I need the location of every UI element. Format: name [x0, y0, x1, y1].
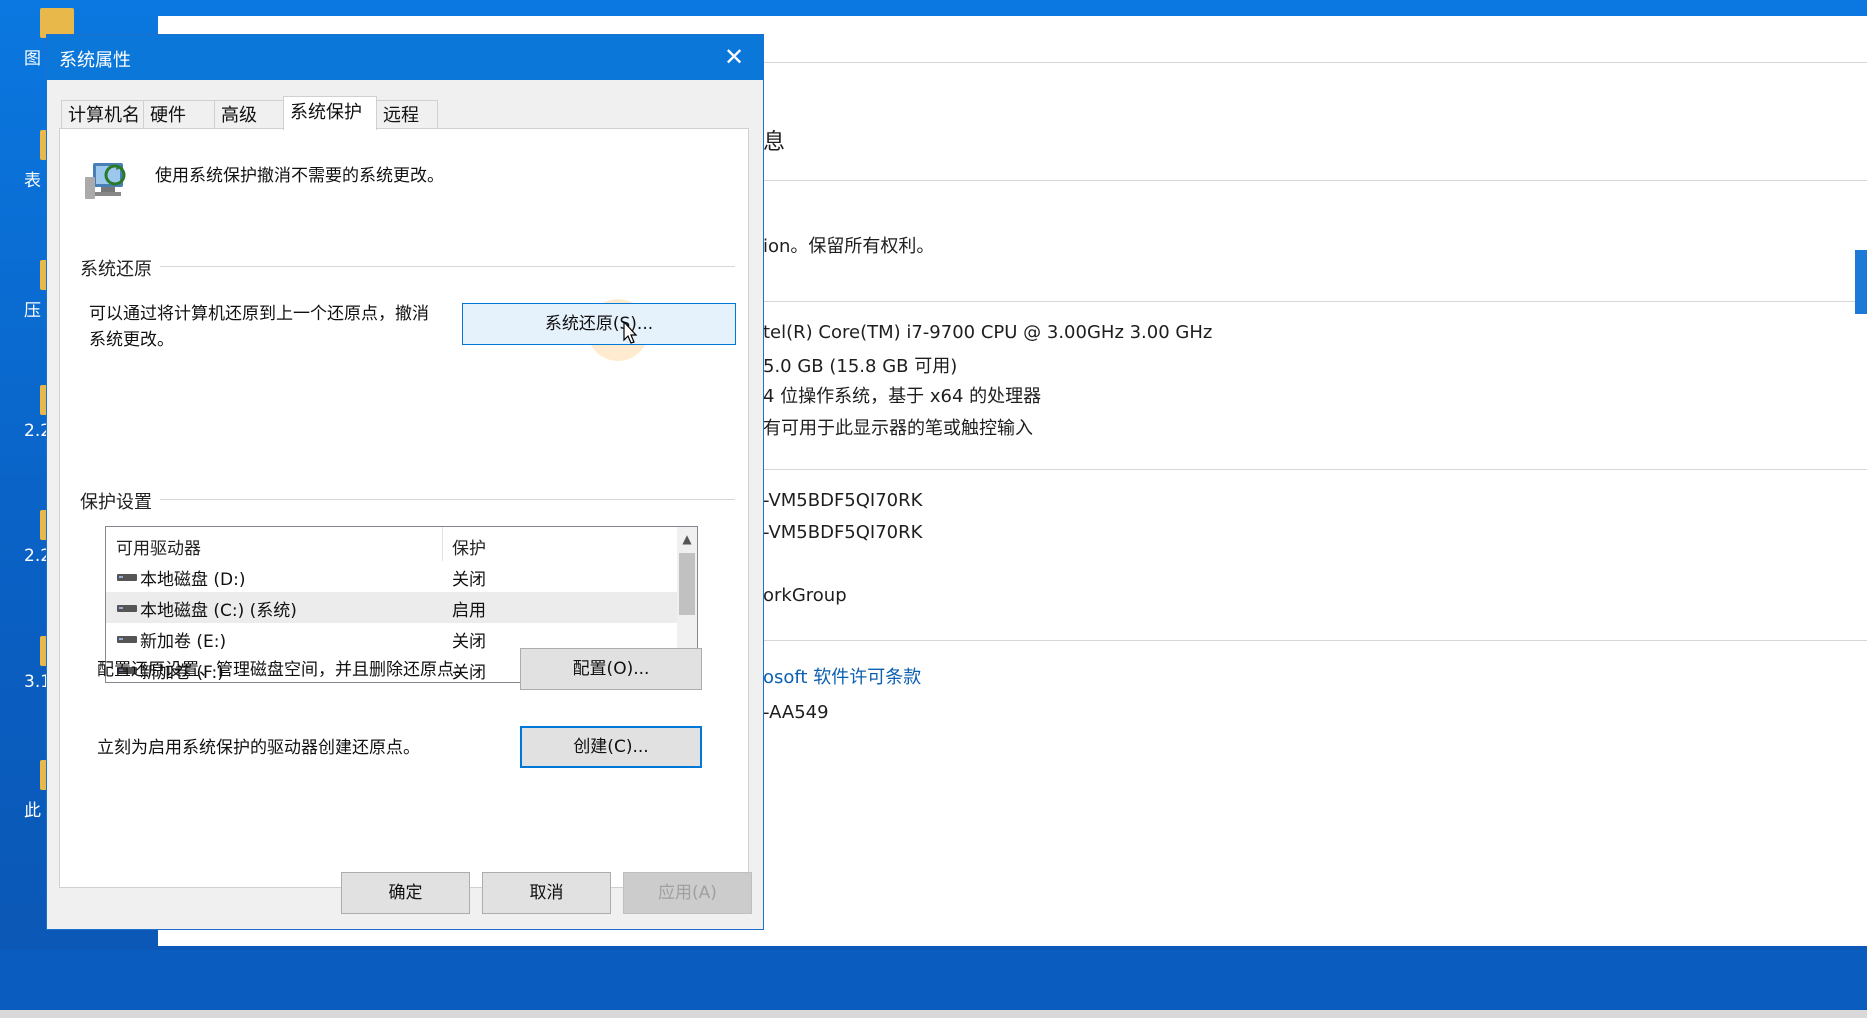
product-id-value: -AA549 [763, 702, 829, 723]
dialog-title: 系统属性 [59, 50, 131, 71]
license-link[interactable]: osoft 软件许可条款 [763, 663, 921, 689]
configure-button[interactable]: 配置(O)... [520, 648, 702, 690]
cancel-button[interactable]: 取消 [482, 872, 611, 914]
intro-text: 使用系统保护撤消不需要的系统更改。 [155, 166, 444, 186]
drive-protection-status: 关闭 [452, 570, 486, 590]
drive-row[interactable]: 本地磁盘 (D:) 关闭 [106, 561, 678, 592]
divider [753, 62, 1867, 63]
mouse-cursor-icon [623, 321, 638, 344]
drive-row[interactable]: 本地磁盘 (C:) (系统) 启用 [106, 592, 678, 623]
section-heading: 息 [763, 130, 786, 155]
drive-name: 新加卷 (E:) [140, 632, 227, 652]
workgroup-value: orkGroup [763, 585, 847, 606]
scroll-thumb[interactable] [679, 553, 695, 615]
system-protection-panel: 使用系统保护撤消不需要的系统更改。 系统还原 可以通过将计算机还原到上一个还原点… [59, 128, 749, 888]
divider [753, 301, 1867, 302]
group-divider [160, 499, 735, 500]
drive-list-header: 可用驱动器 保护 [106, 527, 678, 561]
scroll-up-arrow-icon[interactable]: ▲ [677, 529, 697, 549]
pen-touch-value: 有可用于此显示器的笔或触控输入 [763, 418, 1033, 439]
divider [753, 640, 1867, 641]
windows-logo-fragment [1855, 250, 1867, 314]
system-type-value: 4 位操作系统，基于 x64 的处理器 [763, 386, 1042, 407]
close-icon: ✕ [723, 43, 745, 71]
system-protection-icon [85, 163, 126, 199]
tab-advanced[interactable]: 高级 [214, 100, 284, 129]
create-description: 立刻为启用系统保护的驱动器创建还原点。 [97, 738, 420, 758]
restore-group-label: 系统还原 [80, 255, 160, 281]
divider [753, 469, 1867, 470]
ok-button[interactable]: 确定 [341, 872, 470, 914]
computer-name-value: -VM5BDF5QI70RK [763, 490, 923, 511]
memory-value: 5.0 GB (15.8 GB 可用) [763, 356, 958, 377]
tab-computer-name[interactable]: 计算机名 [61, 100, 144, 129]
drive-protection-status: 关闭 [452, 632, 486, 652]
system-properties-dialog: 系统属性 ✕ 计算机名 硬件 高级 系统保护 远程 使用系统保护撤消不需要的系统… [46, 34, 764, 930]
system-restore-button[interactable]: 系统还原(S)... [462, 303, 736, 345]
create-button[interactable]: 创建(C)... [520, 726, 702, 768]
tab-remote[interactable]: 远程 [376, 100, 438, 129]
drive-protection-status: 启用 [452, 601, 486, 621]
configure-description: 配置还原设置、管理磁盘空间，并且删除还原点。 [97, 660, 471, 680]
desktop-icon-label: 图 [24, 49, 41, 69]
column-header-protection[interactable]: 保护 [452, 534, 486, 559]
dialog-titlebar[interactable]: 系统属性 ✕ [47, 35, 763, 80]
tab-hardware[interactable]: 硬件 [143, 100, 215, 129]
taskbar-edge [0, 1010, 1867, 1018]
desktop-icon-label: 压 [24, 301, 41, 321]
taskbar-area [0, 950, 1867, 1018]
desktop-icon-label: 表 [24, 171, 41, 191]
restore-description: 可以通过将计算机还原到上一个还原点，撤消 系统更改。 [89, 301, 429, 353]
drive-name: 本地磁盘 (C:) (系统) [140, 601, 297, 621]
drive-icon [117, 574, 137, 581]
column-separator[interactable] [442, 527, 443, 561]
drive-name: 本地磁盘 (D:) [140, 570, 246, 590]
tab-system-protection[interactable]: 系统保护 [283, 96, 377, 130]
apply-button[interactable]: 应用(A) [623, 872, 752, 914]
protection-group-label: 保护设置 [80, 488, 160, 514]
restore-description-line2: 系统更改。 [89, 330, 174, 350]
restore-description-line1: 可以通过将计算机还原到上一个还原点，撤消 [89, 304, 429, 324]
divider [753, 180, 1867, 181]
copyright-text: ion。保留所有权利。 [763, 236, 935, 257]
full-name-value: -VM5BDF5QI70RK [763, 522, 923, 543]
column-header-drives[interactable]: 可用驱动器 [116, 534, 201, 559]
system-drive-icon [117, 605, 137, 612]
close-button[interactable]: ✕ [705, 35, 763, 80]
processor-value: tel(R) Core(TM) i7-9700 CPU @ 3.00GHz 3.… [763, 322, 1213, 343]
desktop-icon-label: 此 [24, 801, 41, 821]
group-divider [160, 266, 735, 267]
drive-icon [117, 636, 137, 643]
